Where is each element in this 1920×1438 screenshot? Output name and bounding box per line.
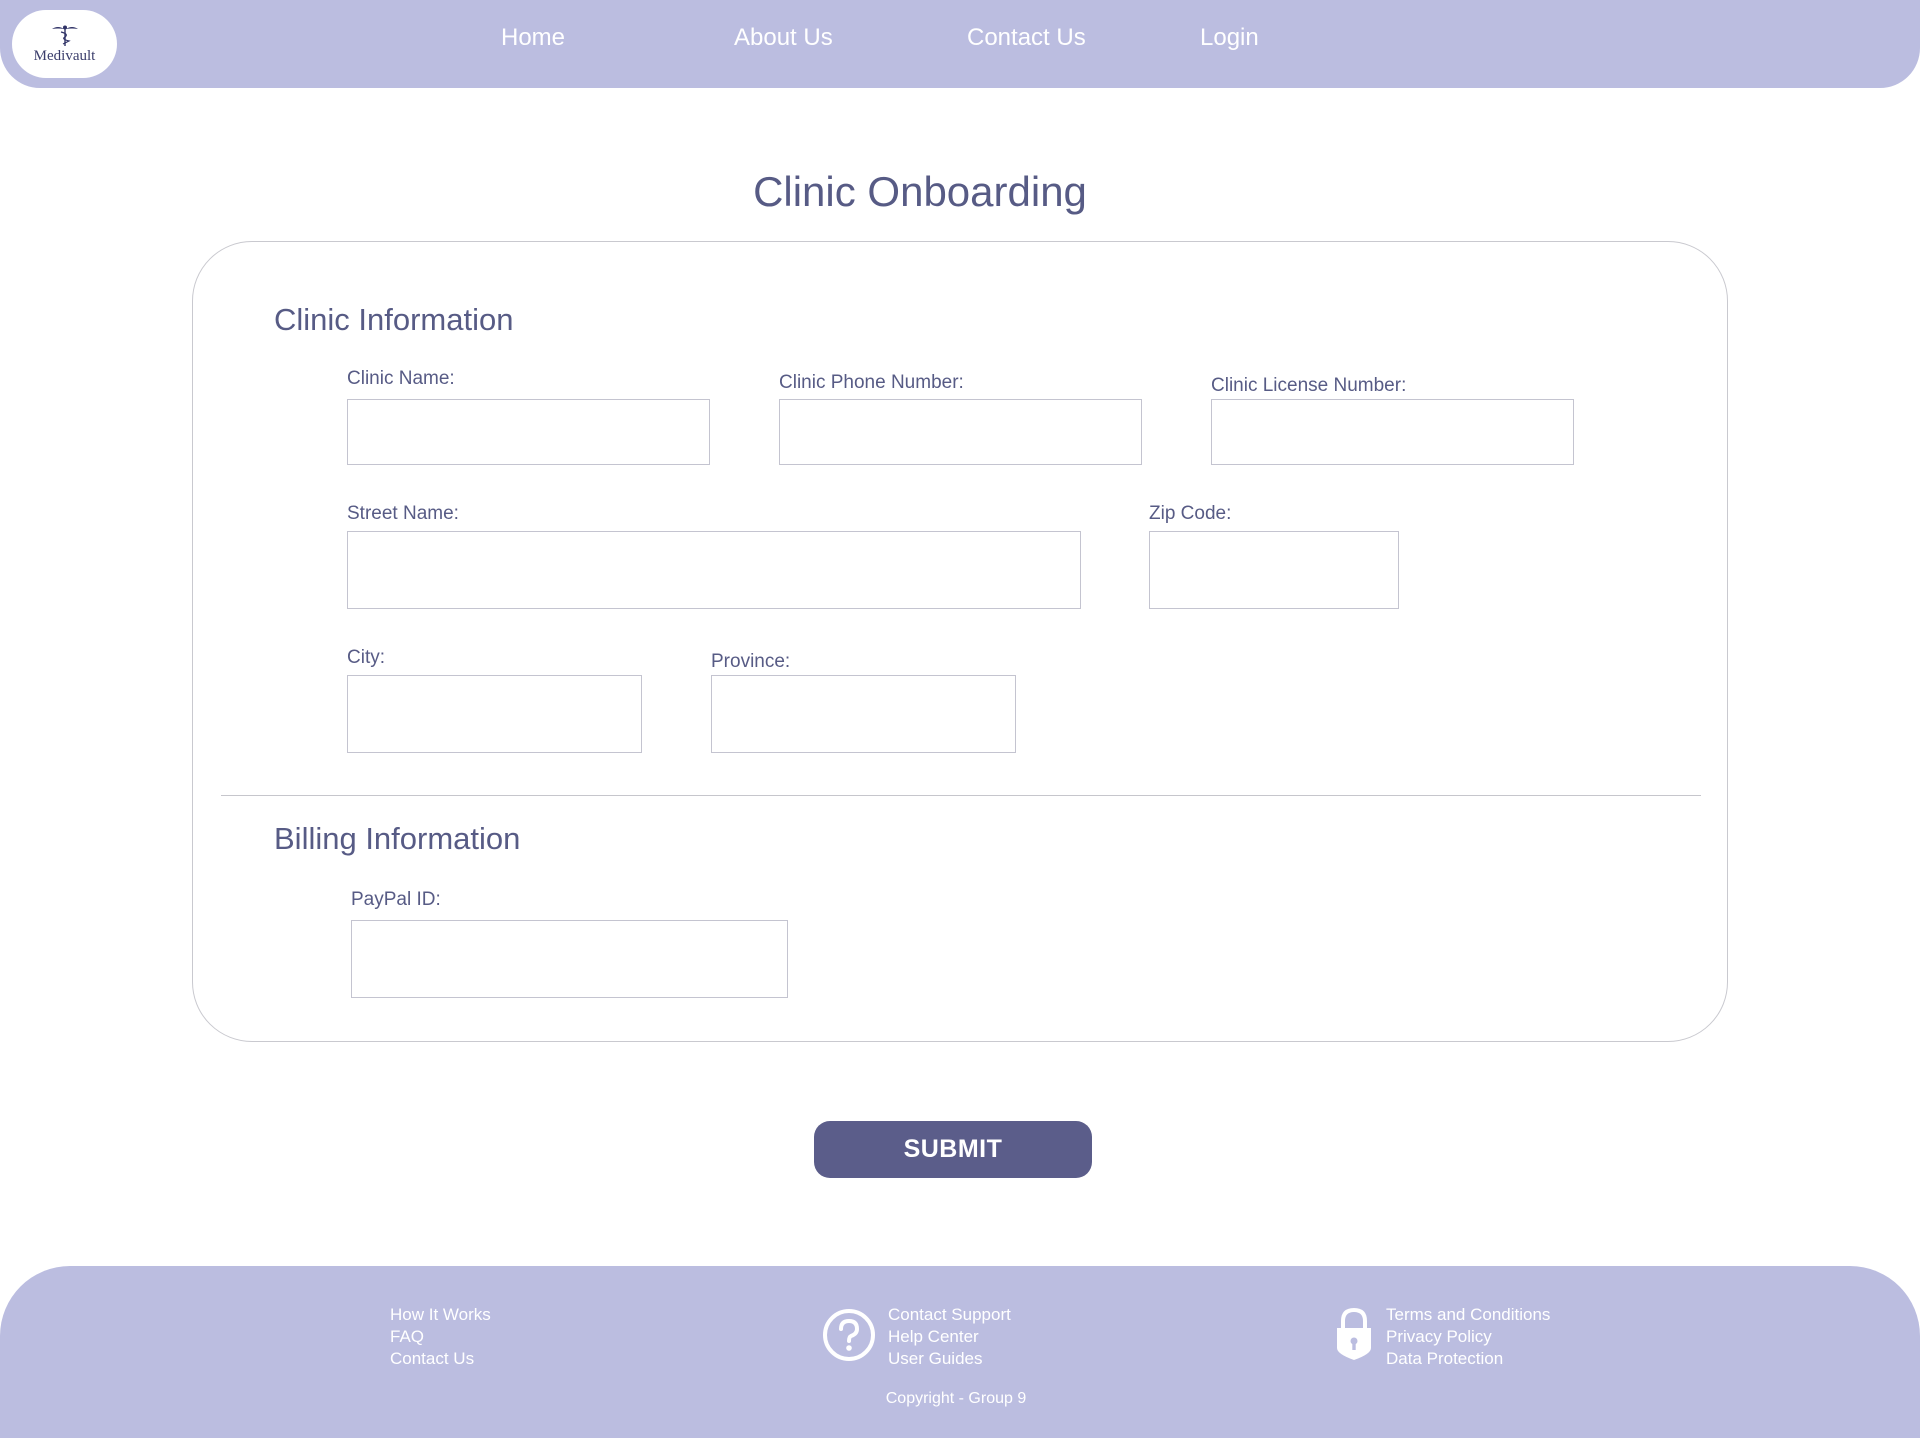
city-input[interactable] xyxy=(347,675,642,753)
question-circle-icon xyxy=(823,1309,875,1361)
footer-link-terms[interactable]: Terms and Conditions xyxy=(1386,1304,1550,1326)
clinic-phone-label: Clinic Phone Number: xyxy=(779,372,964,393)
onboarding-form-card: Clinic Information Clinic Name: Clinic P… xyxy=(192,241,1728,1042)
footer-column-info: How It Works FAQ Contact Us xyxy=(390,1304,491,1370)
province-label: Province: xyxy=(711,651,791,672)
clinic-name-input[interactable] xyxy=(347,399,710,465)
footer-link-data-protection[interactable]: Data Protection xyxy=(1386,1348,1550,1370)
footer-link-faq[interactable]: FAQ xyxy=(390,1326,491,1348)
footer-column-support: Contact Support Help Center User Guides xyxy=(888,1304,1011,1370)
province-input[interactable] xyxy=(711,675,1016,753)
page-title: Clinic Onboarding xyxy=(753,168,1087,215)
nav-home[interactable]: Home xyxy=(501,24,565,52)
top-navbar: Medivault Home About Us Contact Us Login xyxy=(0,0,1920,88)
street-name-label: Street Name: xyxy=(347,503,459,524)
copyright-text: Copyright - Group 9 xyxy=(885,1390,1027,1407)
paypal-id-label: PayPal ID: xyxy=(351,889,441,910)
submit-button[interactable]: SUBMIT xyxy=(814,1121,1092,1178)
section-divider xyxy=(221,795,1701,796)
zip-code-input[interactable] xyxy=(1149,531,1399,609)
brand-name: Medivault xyxy=(33,48,96,64)
clinic-information-heading: Clinic Information xyxy=(274,302,514,337)
billing-information-heading: Billing Information xyxy=(274,821,521,856)
nav-about-us[interactable]: About Us xyxy=(734,24,833,52)
caduceus-icon xyxy=(51,25,78,46)
footer: How It Works FAQ Contact Us Contact Supp… xyxy=(0,1266,1920,1438)
footer-link-privacy-policy[interactable]: Privacy Policy xyxy=(1386,1326,1550,1348)
footer-link-contact-support[interactable]: Contact Support xyxy=(888,1304,1011,1326)
clinic-license-label: Clinic License Number: xyxy=(1211,375,1407,396)
paypal-id-input[interactable] xyxy=(351,920,788,998)
clinic-name-label: Clinic Name: xyxy=(347,368,455,389)
nav-contact-us[interactable]: Contact Us xyxy=(967,24,1086,52)
footer-link-how-it-works[interactable]: How It Works xyxy=(390,1304,491,1326)
padlock-icon xyxy=(1337,1307,1371,1360)
clinic-license-input[interactable] xyxy=(1211,399,1574,465)
clinic-phone-input[interactable] xyxy=(779,399,1142,465)
city-label: City: xyxy=(347,647,385,668)
zip-code-label: Zip Code: xyxy=(1149,503,1232,524)
footer-link-user-guides[interactable]: User Guides xyxy=(888,1348,1011,1370)
footer-link-help-center[interactable]: Help Center xyxy=(888,1326,1011,1348)
footer-link-contact-us[interactable]: Contact Us xyxy=(390,1348,491,1370)
footer-column-legal: Terms and Conditions Privacy Policy Data… xyxy=(1386,1304,1550,1370)
street-name-input[interactable] xyxy=(347,531,1081,609)
nav-login[interactable]: Login xyxy=(1200,24,1259,52)
medivault-logo[interactable]: Medivault xyxy=(12,10,117,78)
